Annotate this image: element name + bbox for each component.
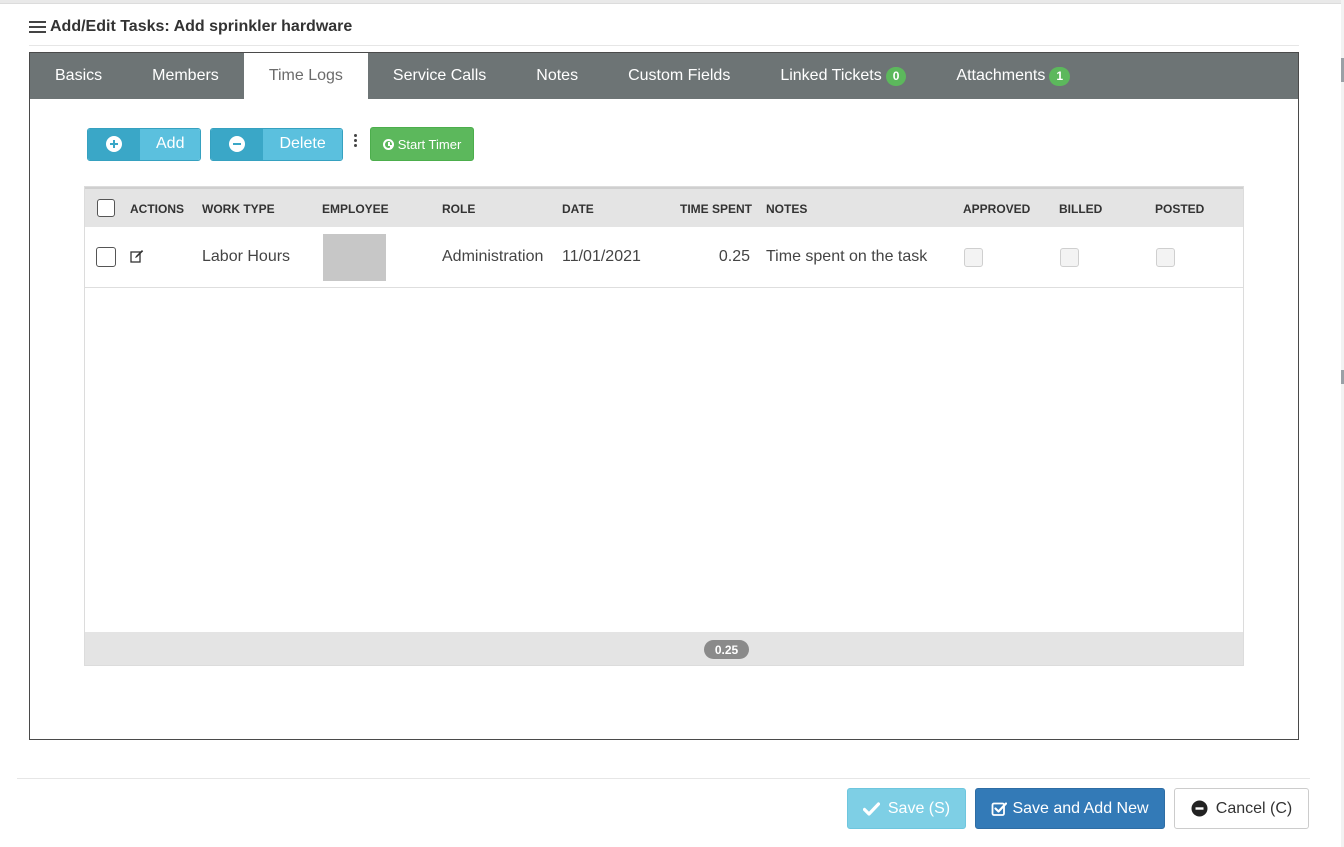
footer-divider	[17, 778, 1310, 779]
title-divider	[29, 45, 1299, 46]
total-time-spent-badge: 0.25	[704, 640, 749, 659]
tab-notes[interactable]: Notes	[511, 53, 603, 99]
minus-circle-icon	[1191, 800, 1208, 817]
table-row[interactable]: Labor Hours Administration 11/01/2021 0.…	[85, 227, 1243, 288]
edit-icon[interactable]	[130, 249, 144, 263]
add-button[interactable]: Add	[87, 127, 202, 161]
checkbox-checked-icon	[991, 801, 1008, 817]
column-header-role[interactable]: ROLE	[442, 202, 475, 216]
tab-custom-fields[interactable]: Custom Fields	[603, 53, 755, 99]
column-header-time-spent[interactable]: TIME SPENT	[680, 202, 752, 216]
plus-circle-icon	[106, 136, 122, 152]
minus-circle-icon	[229, 136, 246, 152]
tab-attachments[interactable]: Attachments 1	[931, 53, 1095, 99]
tab-label: Attachments	[956, 67, 1046, 84]
tab-service-calls[interactable]: Service Calls	[368, 53, 511, 99]
cancel-button-label: Cancel (C)	[1215, 799, 1293, 817]
grid-header: ACTIONS WORK TYPE EMPLOYEE ROLE DATE TIM…	[85, 187, 1243, 227]
employee-cell-redacted	[323, 234, 386, 281]
approved-checkbox	[964, 248, 983, 267]
column-header-actions[interactable]: ACTIONS	[130, 202, 184, 216]
tab-label: Service Calls	[392, 67, 487, 84]
tab-panel: Basics Members Time Logs Service Calls N…	[29, 52, 1299, 740]
start-timer-label: Start Timer	[397, 136, 462, 152]
modal-title: Add/Edit Tasks: Add sprinkler hardware	[29, 16, 352, 38]
row-select-checkbox[interactable]	[96, 247, 116, 267]
save-and-add-new-button[interactable]: Save and Add New	[975, 788, 1165, 829]
column-header-billed[interactable]: BILLED	[1059, 202, 1102, 216]
tab-label: Custom Fields	[628, 67, 731, 84]
more-options-icon[interactable]	[352, 124, 360, 157]
date-cell: 11/01/2021	[562, 248, 641, 265]
tab-label: Time Logs	[268, 67, 343, 84]
role-cell: Administration	[442, 248, 544, 265]
column-header-posted[interactable]: POSTED	[1155, 202, 1204, 216]
column-header-approved[interactable]: APPROVED	[963, 202, 1030, 216]
save-and-add-new-label: Save and Add New	[1012, 799, 1149, 817]
delete-button[interactable]: Delete	[210, 127, 343, 161]
check-icon	[862, 801, 880, 816]
tab-label: Members	[152, 67, 219, 84]
time-log-toolbar: Add Delete Start Timer	[87, 124, 475, 161]
select-all-checkbox[interactable]	[97, 199, 115, 217]
clock-icon	[382, 138, 394, 150]
attachments-count-badge: 1	[1049, 66, 1071, 86]
tab-basics[interactable]: Basics	[30, 53, 127, 99]
delete-button-label: Delete	[263, 128, 342, 160]
start-timer-button[interactable]: Start Timer	[369, 127, 475, 161]
linked-tickets-count-badge: 0	[885, 66, 907, 86]
tab-label: Linked Tickets	[780, 67, 882, 84]
column-header-date[interactable]: DATE	[562, 202, 594, 216]
modal-title-text: Add/Edit Tasks: Add sprinkler hardware	[50, 18, 353, 35]
add-button-label: Add	[140, 128, 201, 160]
tab-time-logs[interactable]: Time Logs	[243, 53, 368, 99]
save-button[interactable]: Save (S)	[847, 788, 966, 829]
work-type-cell: Labor Hours	[202, 248, 291, 265]
tab-label: Notes	[536, 67, 579, 84]
time-spent-cell: 0.25	[718, 248, 750, 265]
cancel-button[interactable]: Cancel (C)	[1174, 788, 1309, 829]
notes-cell: Time spent on the task	[766, 248, 928, 265]
time-logs-grid: ACTIONS WORK TYPE EMPLOYEE ROLE DATE TIM…	[84, 186, 1244, 666]
grid-footer: 0.25	[85, 632, 1243, 665]
column-header-employee[interactable]: EMPLOYEE	[322, 202, 389, 216]
tab-label: Basics	[55, 67, 103, 84]
column-header-work-type[interactable]: WORK TYPE	[202, 202, 275, 216]
window-top-border	[0, 0, 1344, 4]
posted-checkbox	[1156, 248, 1175, 267]
tab-members[interactable]: Members	[127, 53, 244, 99]
tab-linked-tickets[interactable]: Linked Tickets 0	[755, 53, 931, 99]
list-icon	[29, 21, 46, 33]
tab-bar: Basics Members Time Logs Service Calls N…	[30, 53, 1298, 99]
column-header-notes[interactable]: NOTES	[766, 202, 807, 216]
save-button-label: Save (S)	[887, 799, 951, 817]
billed-checkbox	[1060, 248, 1079, 267]
